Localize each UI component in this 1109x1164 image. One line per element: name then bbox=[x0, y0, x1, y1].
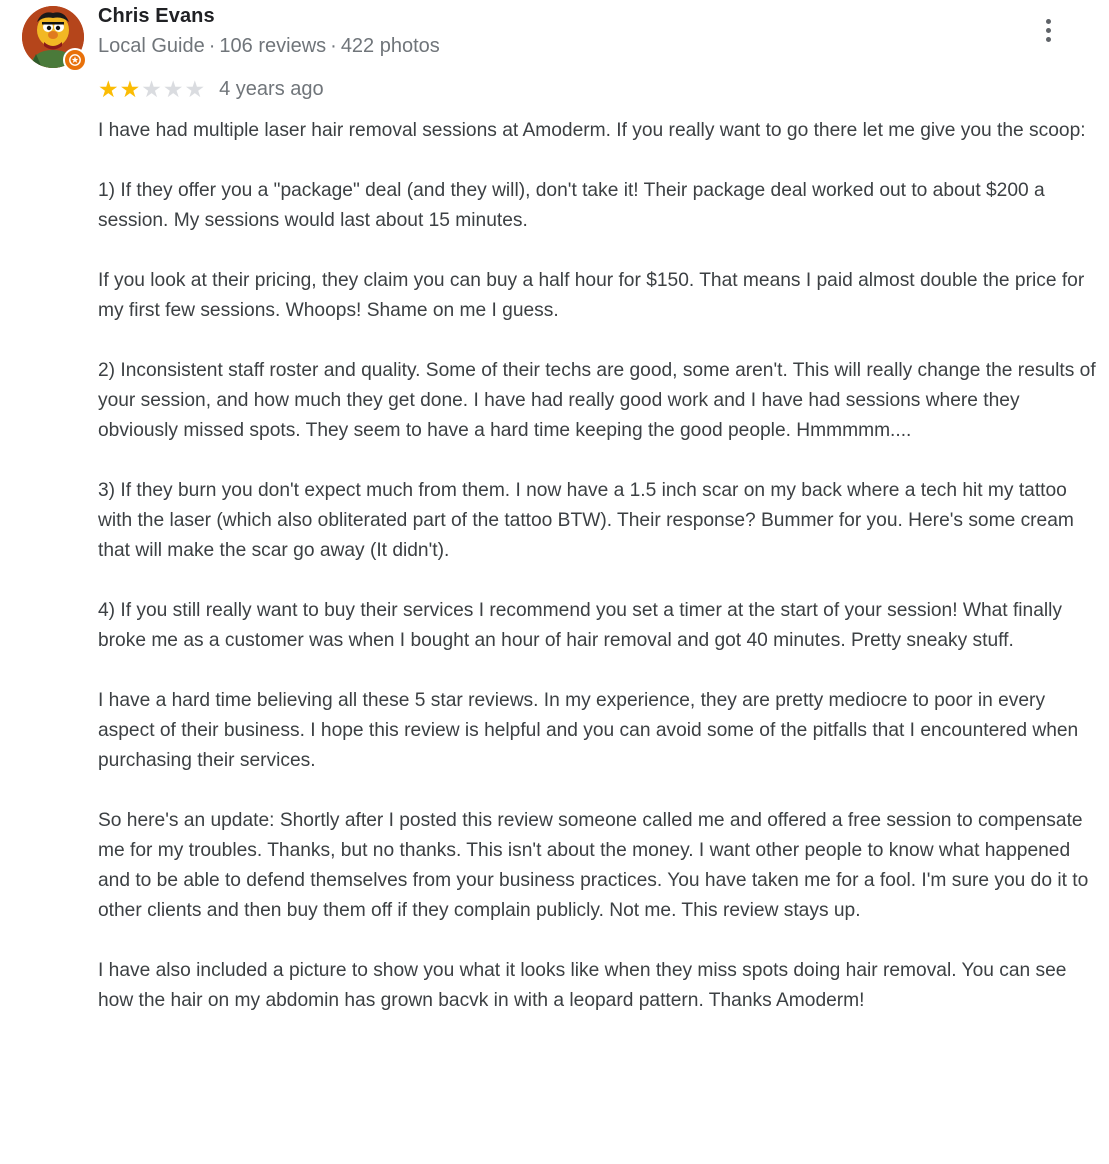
star-icon: ★ bbox=[98, 75, 119, 102]
more-options-button[interactable] bbox=[1030, 12, 1066, 48]
star-icon: ★ bbox=[119, 75, 141, 102]
star-rating: ★ ★ ★ ★ ★ bbox=[98, 75, 206, 102]
review-paragraph: If you look at their pricing, they claim… bbox=[98, 270, 1085, 321]
star-icon: ★ bbox=[184, 75, 206, 102]
review-paragraph: 4) If you still really want to buy their… bbox=[98, 600, 1063, 651]
more-vert-icon bbox=[1045, 18, 1051, 24]
avatar[interactable] bbox=[22, 6, 87, 72]
review-paragraph: I have a hard time believing all these 5… bbox=[98, 690, 1079, 771]
review-paragraph: 3) If they burn you don't expect much fr… bbox=[98, 480, 1074, 561]
review-paragraph: I have also included a picture to show y… bbox=[98, 960, 1067, 1011]
local-guide-label: Local Guide bbox=[98, 35, 205, 57]
reviewer-name[interactable]: Chris Evans bbox=[98, 5, 215, 28]
local-guide-star-icon bbox=[69, 54, 81, 66]
review-date: 4 years ago bbox=[219, 77, 324, 100]
rating-row: ★ ★ ★ ★ ★ 4 years ago bbox=[98, 76, 324, 102]
review-paragraph: So here's an update: Shortly after I pos… bbox=[98, 810, 1089, 921]
photo-count: 422 photos bbox=[340, 35, 440, 57]
star-icon: ★ bbox=[141, 75, 162, 102]
review-text: I have had multiple laser hair removal s… bbox=[98, 116, 1098, 1046]
local-guide-badge bbox=[63, 48, 87, 72]
review-count: 106 reviews bbox=[219, 35, 327, 57]
meta-separator: · bbox=[330, 35, 337, 57]
review-paragraph: I have had multiple laser hair removal s… bbox=[98, 120, 1086, 141]
meta-separator: · bbox=[208, 35, 216, 57]
star-icon: ★ bbox=[162, 75, 184, 102]
review-paragraph: 1) If they offer you a "package" deal (a… bbox=[98, 180, 1045, 231]
review-card: Chris Evans Local Guide · 106 reviews · 422 … bbox=[0, 0, 1109, 1164]
reviewer-meta: Local Guide · 106 reviews · 422 photos bbox=[98, 35, 440, 58]
review-paragraph: 2) Inconsistent staff roster and quality… bbox=[98, 360, 1096, 441]
